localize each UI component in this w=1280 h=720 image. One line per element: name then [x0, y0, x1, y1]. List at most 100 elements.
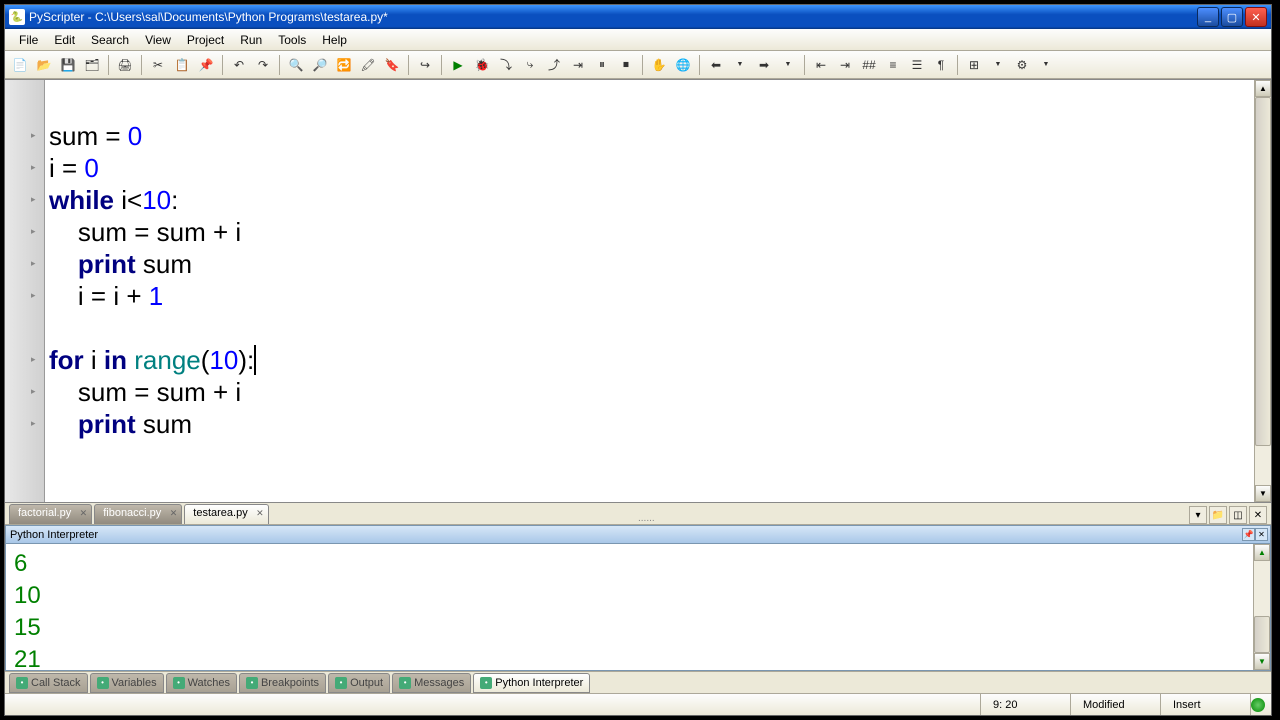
interpreter-output[interactable]: 6 10 15 21 ▲ ▼ [5, 543, 1271, 671]
print-icon[interactable]: 🖨 [114, 54, 136, 76]
layout-dropdown-icon[interactable]: ▼ [987, 54, 1009, 76]
back-dropdown-icon[interactable]: ▼ [729, 54, 751, 76]
hand-icon[interactable]: ✋ [648, 54, 670, 76]
scroll-down-icon[interactable]: ▼ [1255, 485, 1271, 502]
find-replace-icon[interactable]: 🔁 [333, 54, 355, 76]
bottom-tab[interactable]: •Python Interpreter [473, 673, 590, 693]
bottom-tab[interactable]: •Breakpoints [239, 673, 326, 693]
comment-icon[interactable]: ## [858, 54, 880, 76]
code-line[interactable]: sum = 0 [49, 120, 1250, 152]
tab-new-icon[interactable]: ◫ [1229, 506, 1247, 524]
file-tab[interactable]: fibonacci.py✕ [94, 504, 182, 524]
pause-icon[interactable]: ⏸ [591, 54, 613, 76]
stop-icon[interactable]: ⏹ [615, 54, 637, 76]
tab-close-icon[interactable]: ✕ [1249, 506, 1267, 524]
indent-icon[interactable]: ⇥ [834, 54, 856, 76]
vertical-scrollbar[interactable]: ▲ ▼ [1254, 80, 1271, 502]
step-out-icon[interactable]: ⤴ [543, 54, 565, 76]
minimize-button[interactable]: _ [1197, 7, 1219, 27]
tab-close-icon[interactable]: ✕ [170, 508, 178, 519]
bottom-tab-label: Output [350, 677, 383, 689]
code-line[interactable] [49, 312, 1250, 344]
menu-tools[interactable]: Tools [270, 31, 314, 49]
undo-icon[interactable]: ↶ [228, 54, 250, 76]
save-icon[interactable]: 💾 [57, 54, 79, 76]
run-to-cursor-icon[interactable]: ⇥ [567, 54, 589, 76]
code-editor[interactable]: sum = 0i = 0while i<10: sum = sum + i pr… [45, 80, 1254, 502]
tab-close-icon[interactable]: ✕ [80, 508, 88, 519]
outdent-icon[interactable]: ⇤ [810, 54, 832, 76]
code-line[interactable]: for i in range(10): [49, 344, 1250, 376]
file-tab-bar: factorial.py✕fibonacci.py✕testarea.py✕..… [5, 503, 1271, 525]
code-line[interactable]: sum = sum + i [49, 376, 1250, 408]
cut-icon[interactable]: ✂ [147, 54, 169, 76]
paste-icon[interactable]: 📌 [195, 54, 217, 76]
code-line[interactable]: print sum [49, 408, 1250, 440]
menu-edit[interactable]: Edit [46, 31, 83, 49]
bottom-tab[interactable]: •Watches [166, 673, 237, 693]
panel-close-icon[interactable]: ✕ [1255, 528, 1268, 541]
save-all-icon[interactable]: 🗂 [81, 54, 103, 76]
menu-run[interactable]: Run [232, 31, 270, 49]
layout-icon[interactable]: ⊞ [963, 54, 985, 76]
menu-search[interactable]: Search [83, 31, 137, 49]
code-line[interactable]: sum = sum + i [49, 216, 1250, 248]
nav-forward-icon[interactable]: ➡ [753, 54, 775, 76]
debug-icon[interactable]: 🐞 [471, 54, 493, 76]
interpreter-panel-header[interactable]: Python Interpreter 📌 ✕ [5, 525, 1271, 543]
tab-nav-icon[interactable]: 📁 [1209, 506, 1227, 524]
copy-icon[interactable]: 📋 [171, 54, 193, 76]
new-file-icon[interactable]: 📄 [9, 54, 31, 76]
redo-icon[interactable]: ↷ [252, 54, 274, 76]
file-tab[interactable]: testarea.py✕ [184, 504, 268, 524]
format-icon[interactable]: ☰ [906, 54, 928, 76]
file-tab[interactable]: factorial.py✕ [9, 504, 92, 524]
highlight-icon[interactable]: 🖍 [357, 54, 379, 76]
fwd-dropdown-icon[interactable]: ▼ [777, 54, 799, 76]
scroll-up-icon[interactable]: ▲ [1255, 80, 1271, 97]
engine-status-icon[interactable] [1251, 698, 1265, 712]
menu-project[interactable]: Project [179, 31, 232, 49]
scroll-track[interactable] [1255, 97, 1271, 485]
open-file-icon[interactable]: 📂 [33, 54, 55, 76]
scroll-up-icon[interactable]: ▲ [1254, 544, 1270, 561]
globe-icon[interactable]: 🌐 [672, 54, 694, 76]
bottom-tab[interactable]: •Output [328, 673, 390, 693]
scroll-down-icon[interactable]: ▼ [1254, 653, 1270, 670]
step-into-icon[interactable]: ⤷ [519, 54, 541, 76]
output-scrollbar[interactable]: ▲ ▼ [1253, 544, 1270, 670]
code-line[interactable] [49, 88, 1250, 120]
maximize-button[interactable]: ▢ [1221, 7, 1243, 27]
options-icon[interactable]: ⚙ [1011, 54, 1033, 76]
show-hidden-icon[interactable]: ¶ [930, 54, 952, 76]
tab-list-icon[interactable]: ▾ [1189, 506, 1207, 524]
menu-file[interactable]: File [11, 31, 46, 49]
code-line[interactable]: print sum [49, 248, 1250, 280]
scroll-track[interactable] [1254, 561, 1270, 653]
code-line[interactable]: i = 0 [49, 152, 1250, 184]
tab-close-icon[interactable]: ✕ [256, 508, 264, 519]
find-next-icon[interactable]: 🔎 [309, 54, 331, 76]
bottom-tab[interactable]: •Messages [392, 673, 471, 693]
step-over-icon[interactable]: ⤵ [495, 54, 517, 76]
bottom-tab[interactable]: •Variables [90, 673, 164, 693]
goto-icon[interactable]: ↪ [414, 54, 436, 76]
uncomment-icon[interactable]: ≡ [882, 54, 904, 76]
find-icon[interactable]: 🔍 [285, 54, 307, 76]
scroll-thumb[interactable] [1255, 97, 1271, 446]
menu-view[interactable]: View [137, 31, 179, 49]
nav-back-icon[interactable]: ⬅ [705, 54, 727, 76]
tabbar-handle[interactable]: ...... [638, 513, 655, 524]
options-dropdown-icon[interactable]: ▼ [1035, 54, 1057, 76]
bookmark-icon[interactable]: 🔖 [381, 54, 403, 76]
scroll-thumb[interactable] [1254, 616, 1270, 653]
titlebar[interactable]: 🐍 PyScripter - C:\Users\sal\Documents\Py… [5, 5, 1271, 29]
code-line[interactable]: i = i + 1 [49, 280, 1250, 312]
panel-pin-icon[interactable]: 📌 [1242, 528, 1255, 541]
run-icon[interactable]: ▶ [447, 54, 469, 76]
code-line[interactable]: while i<10: [49, 184, 1250, 216]
close-button[interactable]: ✕ [1245, 7, 1267, 27]
line-gutter[interactable]: ▸▸▸▸▸▸▸▸▸ [5, 80, 45, 502]
menu-help[interactable]: Help [314, 31, 355, 49]
bottom-tab[interactable]: •Call Stack [9, 673, 88, 693]
